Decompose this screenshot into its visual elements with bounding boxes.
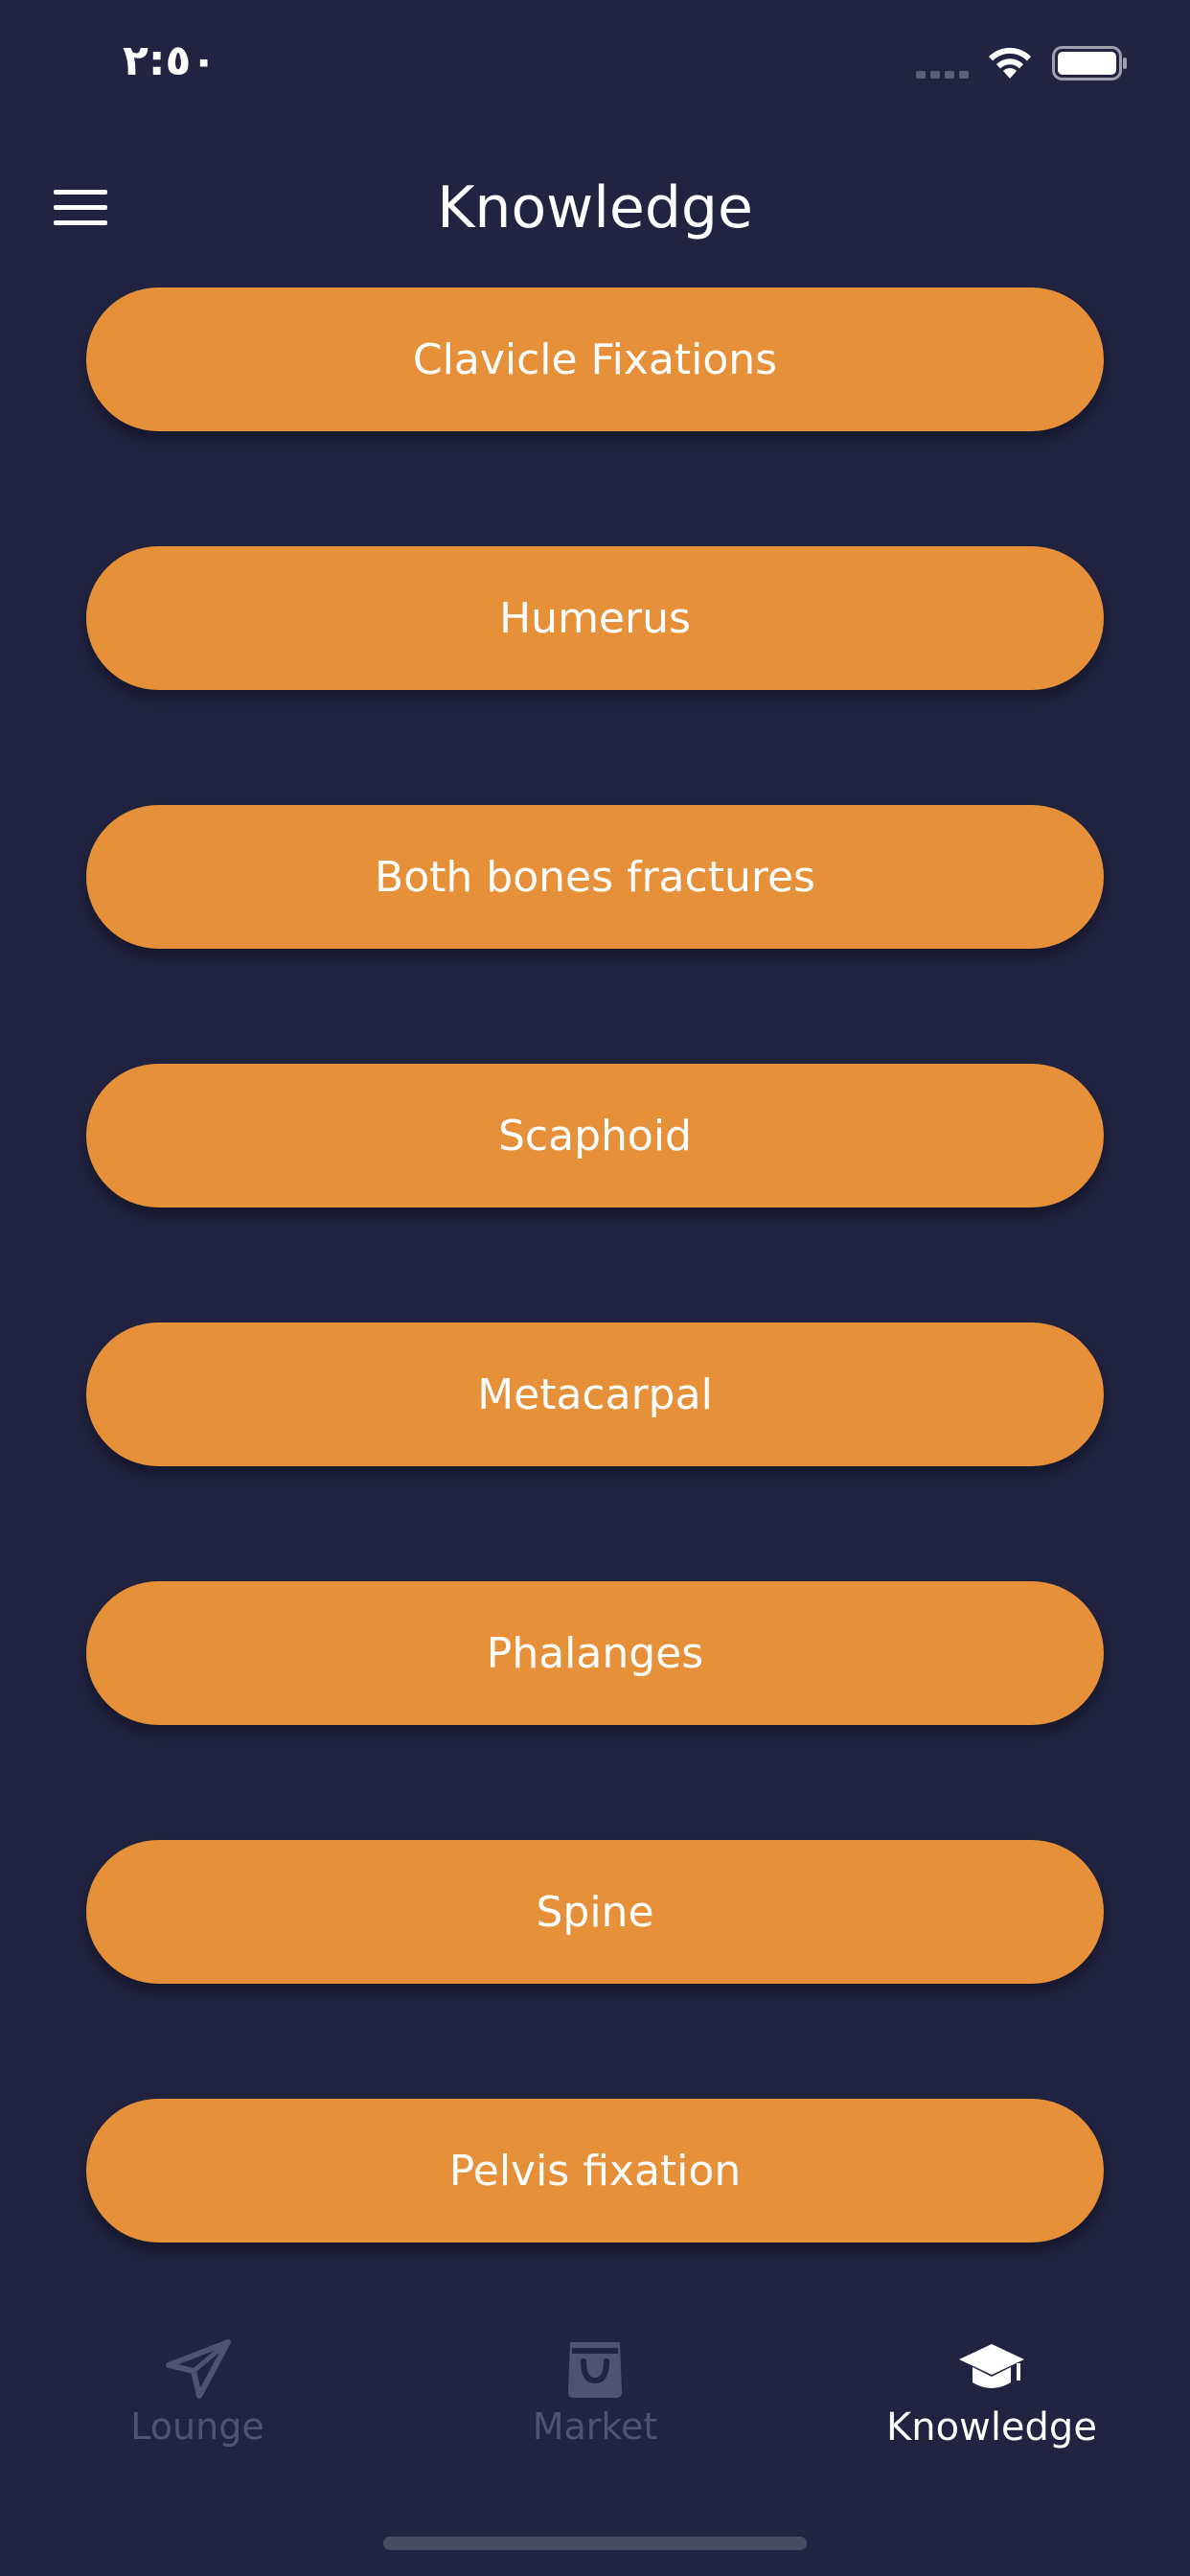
header: Knowledge xyxy=(0,153,1190,259)
knowledge-item-metacarpal[interactable]: Metacarpal xyxy=(86,1322,1104,1466)
shopping-bag-icon xyxy=(568,2342,622,2398)
wifi-icon xyxy=(989,47,1031,79)
battery-icon xyxy=(1052,46,1127,80)
knowledge-item-pelvis-fixation[interactable]: Pelvis fixation xyxy=(86,2099,1104,2242)
tab-lounge[interactable]: Lounge xyxy=(54,2319,341,2463)
knowledge-item-clavicle-fixations[interactable]: Clavicle Fixations xyxy=(86,288,1104,431)
knowledge-item-spine[interactable]: Spine xyxy=(86,1840,1104,1984)
cellular-signal-icon xyxy=(916,71,969,79)
tab-knowledge-label: Knowledge xyxy=(886,2405,1097,2450)
status-time: ٢:٥٠ xyxy=(123,36,217,85)
tab-market[interactable]: Market xyxy=(451,2319,739,2463)
knowledge-item-humerus[interactable]: Humerus xyxy=(86,546,1104,690)
knowledge-item-scaphoid[interactable]: Scaphoid xyxy=(86,1064,1104,1208)
tab-market-label: Market xyxy=(532,2405,658,2448)
page-title: Knowledge xyxy=(437,174,753,242)
bottom-tab-bar: Lounge Market Knowledge xyxy=(0,2319,1190,2472)
send-arrow-icon xyxy=(166,2339,231,2399)
tab-lounge-label: Lounge xyxy=(130,2405,264,2448)
tab-knowledge[interactable]: Knowledge xyxy=(848,2319,1135,2463)
knowledge-item-both-bones-fractures[interactable]: Both bones fractures xyxy=(86,805,1104,949)
status-bar: ٢:٥٠ xyxy=(0,0,1190,126)
knowledge-item-phalanges[interactable]: Phalanges xyxy=(86,1581,1104,1725)
graduation-cap-icon xyxy=(959,2344,1024,2388)
home-indicator xyxy=(383,2537,807,2550)
